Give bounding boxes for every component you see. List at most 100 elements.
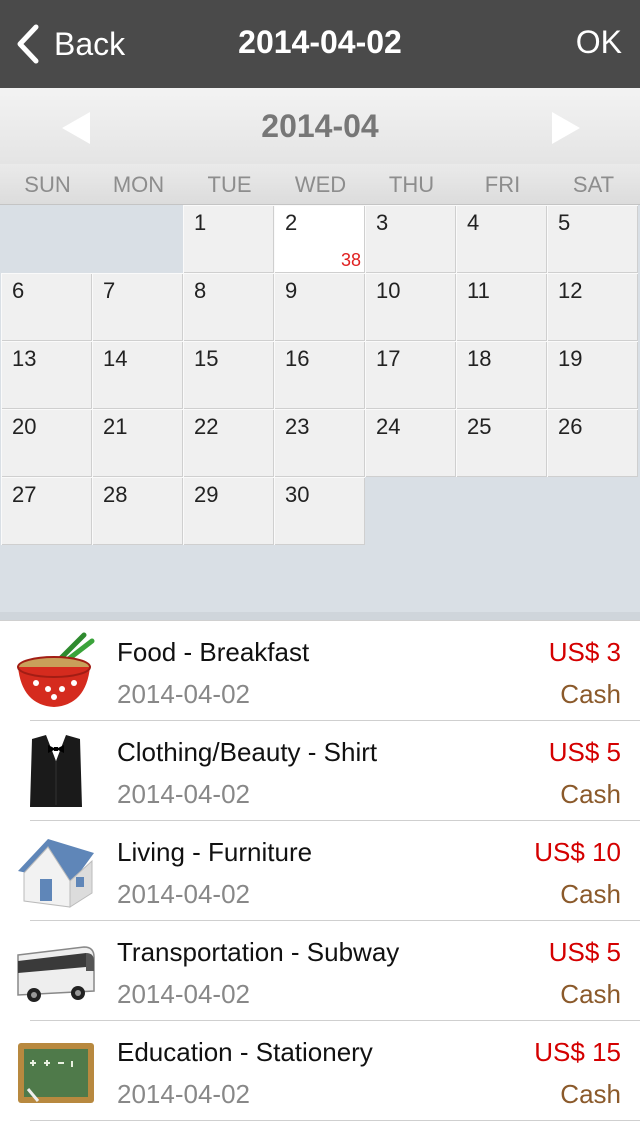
day-number: 2 (285, 210, 298, 235)
calendar-day[interactable]: 3 (365, 205, 456, 273)
calendar-day[interactable]: 25 (456, 409, 547, 477)
calendar-day[interactable]: 17 (365, 341, 456, 409)
calendar-day[interactable]: 24 (365, 409, 456, 477)
tuxedo-icon (30, 735, 82, 807)
calendar-day[interactable]: 29 (183, 477, 274, 545)
chalkboard-icon (18, 1043, 94, 1103)
transaction-row[interactable]: Education - Stationery 2014-04-02 US$ 15… (0, 1021, 640, 1121)
row-divider (30, 1120, 640, 1121)
page-title: 2014-04-02 (238, 24, 402, 60)
weekday-label: SUN (24, 172, 71, 197)
transaction-amount: US$ 5 (548, 937, 621, 967)
ok-button[interactable]: OK (576, 24, 622, 61)
calendar-day[interactable]: 13 (1, 341, 92, 409)
transaction-row[interactable]: Food - Breakfast 2014-04-02 US$ 3 Cash (0, 621, 640, 721)
weekday-label: MON (112, 172, 165, 197)
day-number: 23 (285, 414, 310, 439)
day-number: 30 (285, 482, 310, 507)
transaction-date: 2014-04-02 (117, 779, 250, 809)
day-number: 24 (376, 414, 401, 439)
day-total-badge: 38 (340, 250, 361, 270)
calendar-day[interactable]: 10 (365, 273, 456, 341)
weekday-header: SUN MON TUE WED THU FRI SAT (0, 164, 640, 205)
day-number: 12 (558, 278, 583, 303)
transaction-row[interactable]: Transportation - Subway 2014-04-02 US$ 5… (0, 921, 640, 1021)
weekday-label: TUE (207, 172, 252, 197)
calendar-day[interactable]: 16 (274, 341, 365, 409)
transaction-amount: US$ 5 (548, 737, 621, 767)
day-number: 15 (194, 346, 219, 371)
weekday-label: SAT (572, 172, 615, 197)
calendar-day[interactable]: 18 (456, 341, 547, 409)
day-number: 20 (12, 414, 37, 439)
weekday-label: FRI (484, 172, 521, 197)
day-number: 17 (376, 346, 401, 371)
month-header: 2014-04 (0, 88, 640, 164)
transaction-title: Transportation - Subway (117, 937, 400, 967)
calendar-day[interactable]: 19 (547, 341, 638, 409)
transaction-list: Food - Breakfast 2014-04-02 US$ 3 Cash C… (0, 620, 640, 1137)
calendar-day[interactable]: 12 (547, 273, 638, 341)
day-number: 27 (12, 482, 37, 507)
calendar-day[interactable]: 11 (456, 273, 547, 341)
day-number: 13 (12, 346, 37, 371)
transaction-date: 2014-04-02 (117, 1079, 250, 1109)
payment-method: Cash (560, 1079, 621, 1109)
day-number: 25 (467, 414, 492, 439)
day-number: 16 (285, 346, 310, 371)
day-number: 8 (194, 278, 207, 303)
day-number: 18 (467, 346, 492, 371)
transaction-title: Education - Stationery (117, 1037, 373, 1067)
calendar-day[interactable]: 21 (92, 409, 183, 477)
transaction-row[interactable]: Clothing/Beauty - Shirt 2014-04-02 US$ 5… (0, 721, 640, 821)
calendar-day[interactable]: 28 (92, 477, 183, 545)
day-number: 4 (467, 210, 480, 235)
transaction-title: Clothing/Beauty - Shirt (117, 737, 378, 767)
day-number: 21 (103, 414, 128, 439)
calendar-day[interactable]: 4 (456, 205, 547, 273)
day-number: 14 (103, 346, 128, 371)
day-number: 19 (558, 346, 583, 371)
calendar-day[interactable]: 9 (274, 273, 365, 341)
weekday-label: THU (388, 172, 435, 197)
day-number: 5 (558, 210, 571, 235)
calendar-day[interactable]: 15 (183, 341, 274, 409)
day-number: 3 (376, 210, 389, 235)
day-number: 26 (558, 414, 583, 439)
transaction-date: 2014-04-02 (117, 879, 250, 909)
calendar: 2014-04 SUN MON TUE WED THU FRI SAT 1 23… (0, 88, 640, 620)
calendar-day[interactable]: 26 (547, 409, 638, 477)
day-number: 11 (467, 278, 490, 303)
calendar-grid: 1 2 38 3 4 5 6 7 8 9 10 11 12 13 14 15 16… (0, 205, 640, 546)
calendar-day[interactable]: 14 (92, 341, 183, 409)
day-number: 10 (376, 278, 401, 303)
calendar-day[interactable]: 1 (183, 205, 274, 273)
calendar-day[interactable]: 27 (1, 477, 92, 545)
day-number: 6 (12, 278, 25, 303)
calendar-day[interactable]: 5 (547, 205, 638, 273)
calendar-day[interactable]: 22 (183, 409, 274, 477)
next-month-arrow-icon[interactable] (544, 108, 584, 148)
calendar-day[interactable]: 7 (92, 273, 183, 341)
calendar-day[interactable]: 30 (274, 477, 365, 545)
day-number: 9 (285, 278, 298, 303)
calendar-day[interactable]: 8 (183, 273, 274, 341)
transaction-title: Living - Furniture (117, 837, 313, 867)
weekday-label: WED (294, 172, 347, 197)
nav-bar: Back 2014-04-02 OK (0, 0, 640, 88)
calendar-day-selected[interactable]: 2 38 (274, 205, 365, 273)
day-number: 7 (103, 278, 116, 303)
transaction-title: Food - Breakfast (117, 637, 310, 667)
payment-method: Cash (560, 979, 621, 1009)
day-number: 29 (194, 482, 219, 507)
transaction-row[interactable]: Living - Furniture 2014-04-02 US$ 10 Cas… (0, 821, 640, 921)
day-number: 1 (194, 210, 207, 235)
transaction-date: 2014-04-02 (117, 679, 250, 709)
payment-method: Cash (560, 879, 621, 909)
bus-icon (17, 946, 95, 1002)
calendar-day[interactable]: 23 (274, 409, 365, 477)
calendar-day[interactable]: 6 (1, 273, 92, 341)
calendar-day[interactable]: 20 (1, 409, 92, 477)
transaction-amount: US$ 10 (534, 837, 621, 867)
noodle-bowl-icon (17, 632, 95, 707)
